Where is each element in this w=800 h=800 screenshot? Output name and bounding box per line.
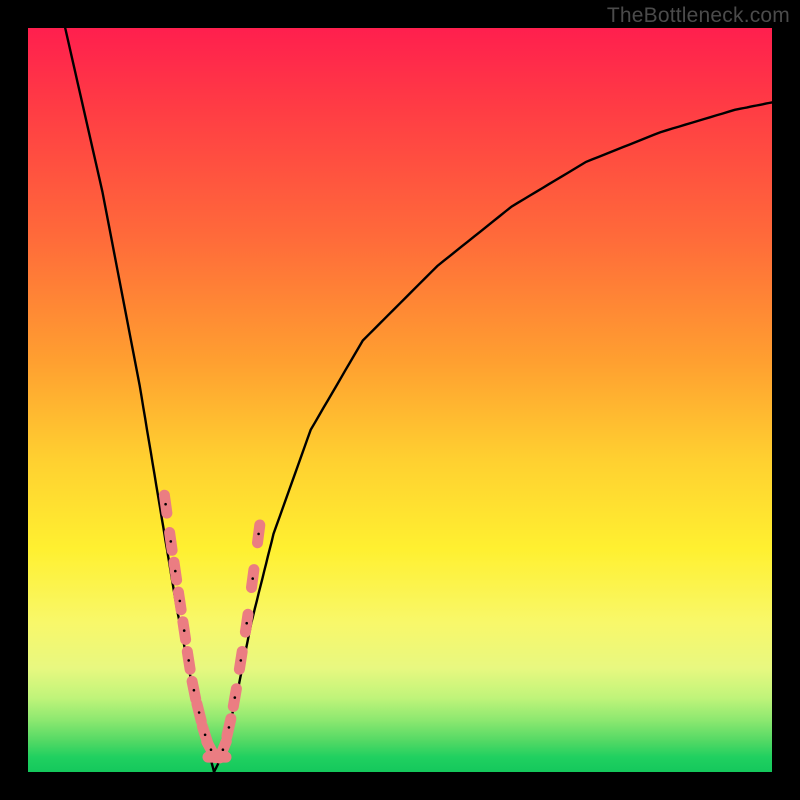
bottleneck-curve <box>65 28 772 772</box>
watermark-text: TheBottleneck.com <box>607 4 790 28</box>
curve-marker-joint <box>228 726 231 729</box>
curve-marker-joint <box>251 577 254 580</box>
curve-marker-joint <box>179 600 182 603</box>
curve-marker-joint <box>234 696 237 699</box>
curve-marker-joint <box>198 711 201 714</box>
curve-layer <box>28 28 772 772</box>
curve-marker-joint <box>187 659 190 662</box>
curve-marker-joint <box>204 734 207 737</box>
chart-frame: TheBottleneck.com <box>0 0 800 800</box>
curve-marker-joint <box>210 748 213 751</box>
curve-marker-joint <box>183 629 186 632</box>
curve-marker-joint <box>174 570 177 573</box>
curve-marker-joint <box>193 689 196 692</box>
curve-marker-joint <box>170 540 173 543</box>
curve-marker-joint <box>240 659 243 662</box>
curve-marker-joint <box>164 503 167 506</box>
curve-marker-joint <box>222 748 225 751</box>
curve-marker-joint <box>257 533 260 536</box>
curve-marker-joint <box>245 622 248 625</box>
